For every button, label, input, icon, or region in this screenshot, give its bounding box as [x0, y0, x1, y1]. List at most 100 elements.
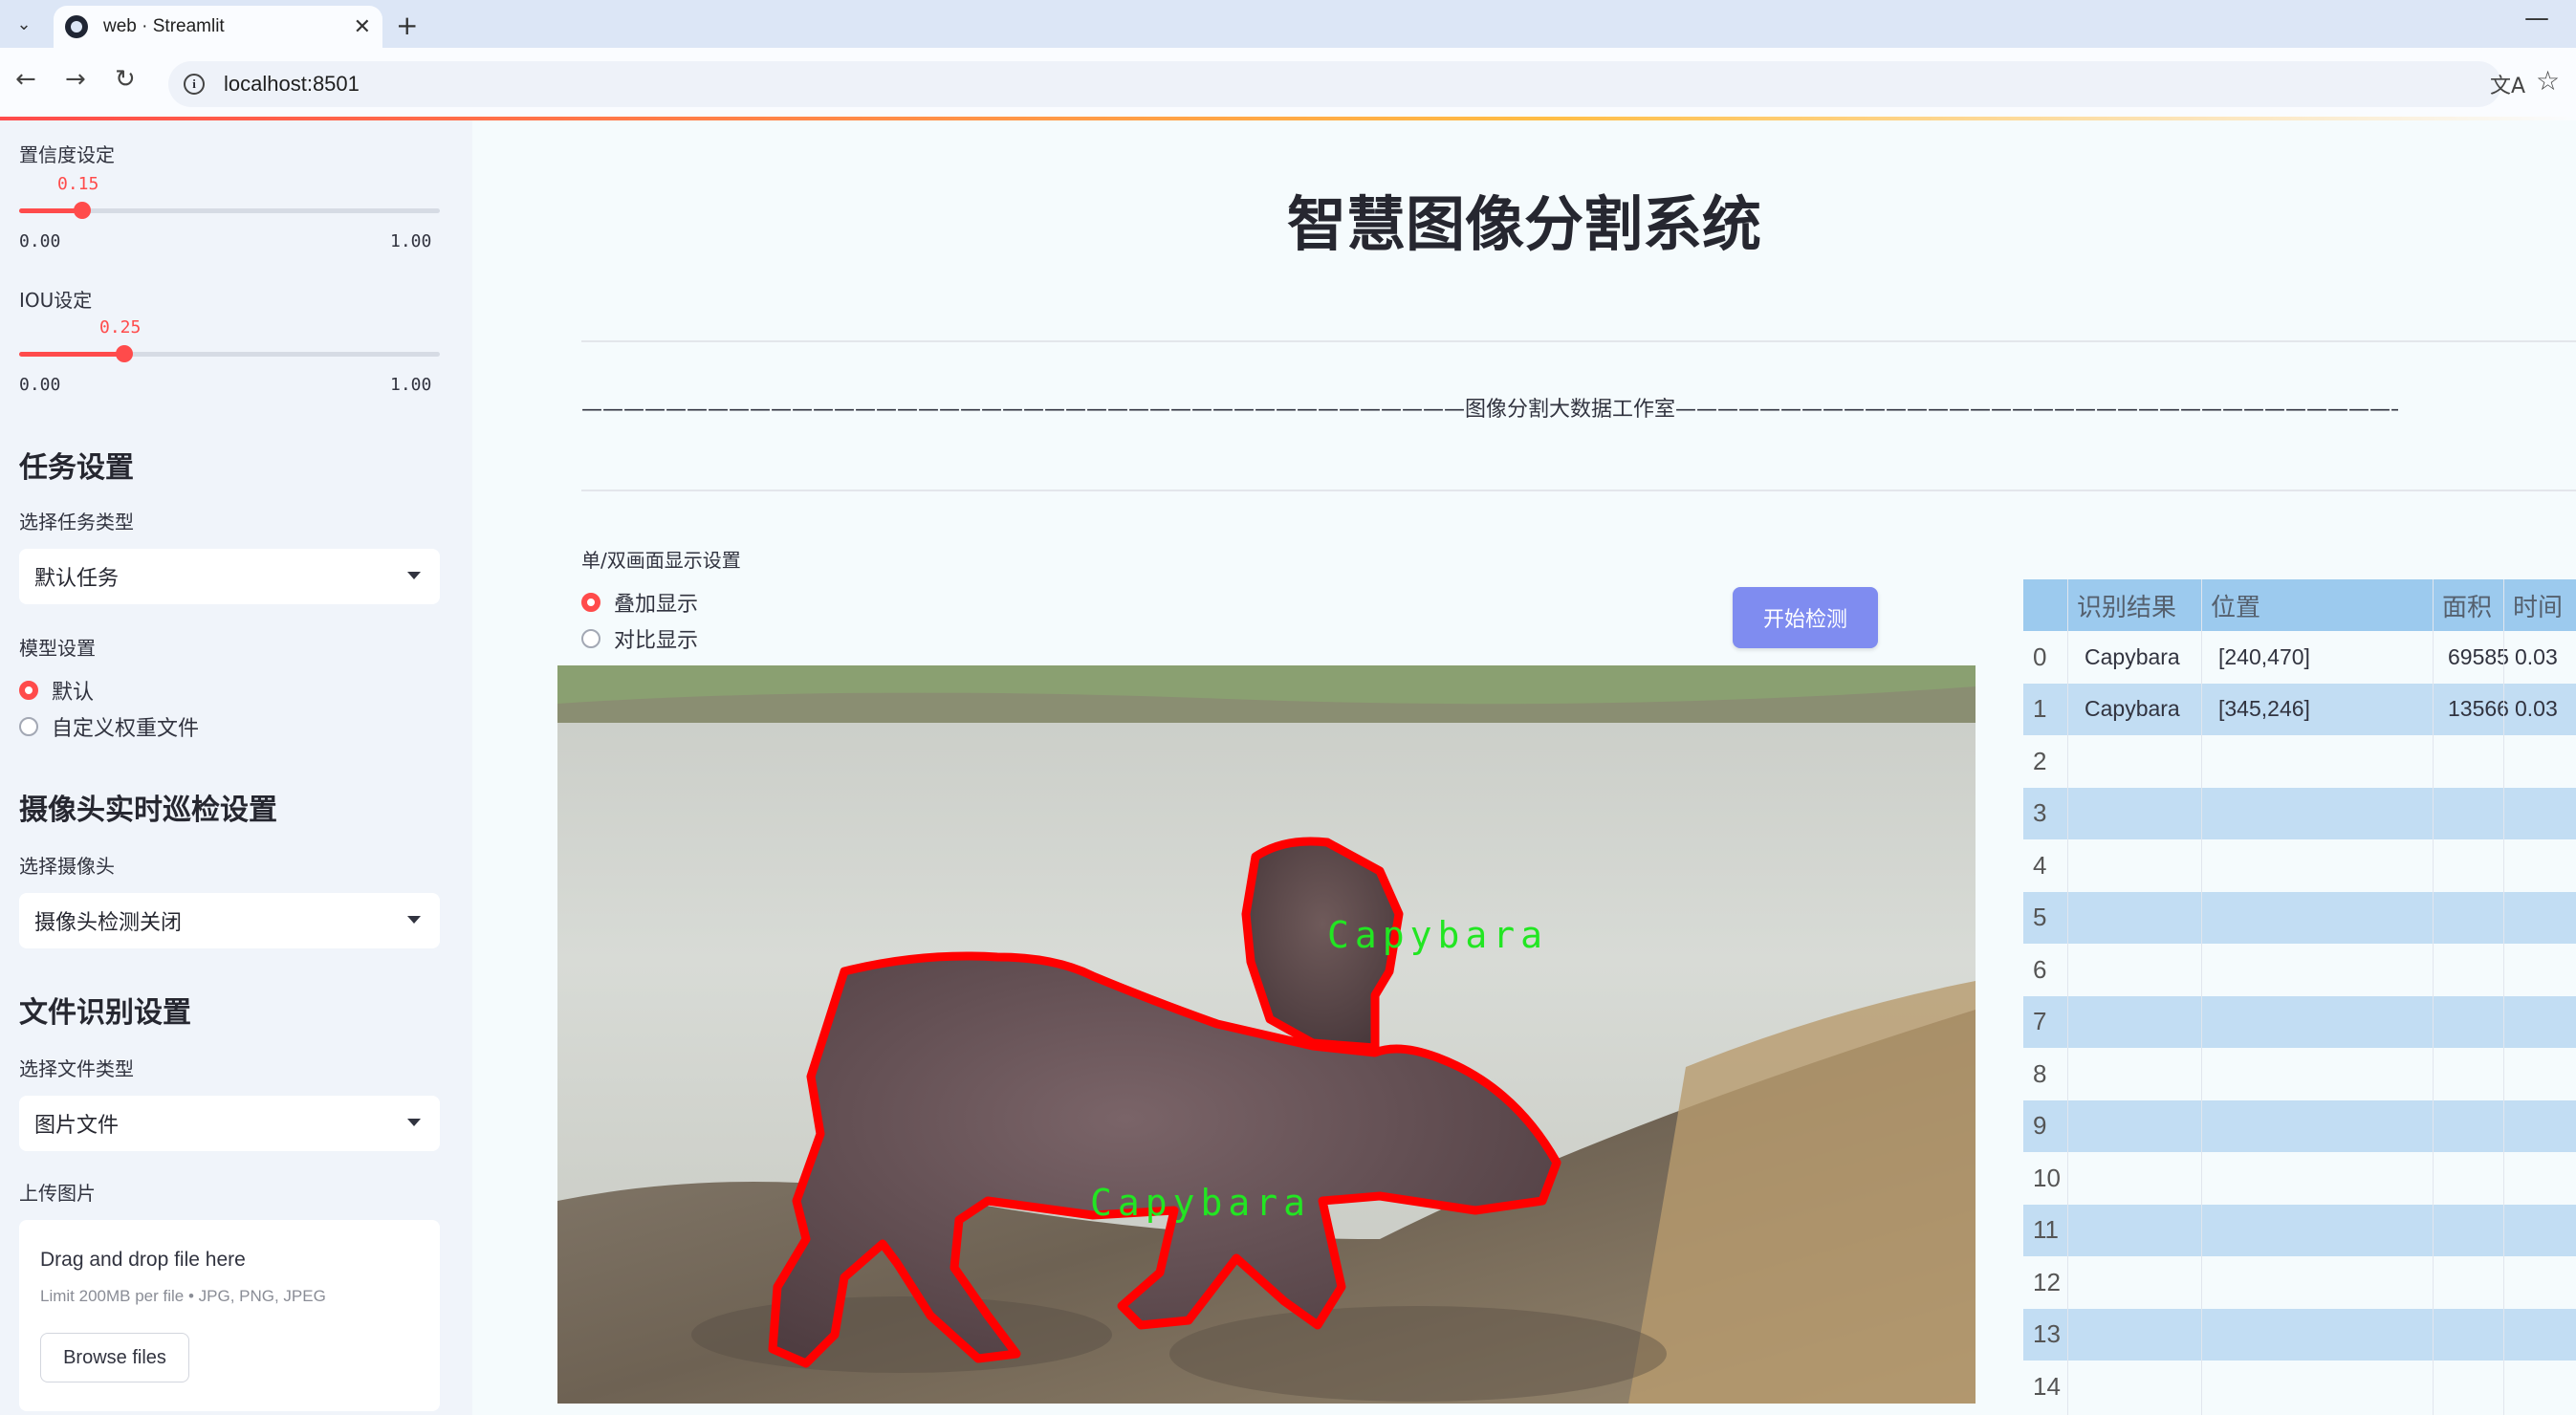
row-index: 2: [2033, 746, 2047, 775]
camera-value: 摄像头检测关闭: [34, 911, 183, 935]
table-row[interactable]: 13: [2023, 1308, 2576, 1361]
confidence-slider-thumb[interactable]: [74, 202, 91, 219]
new-tab-icon[interactable]: +: [396, 10, 418, 41]
task-type-value: 默认任务: [34, 567, 120, 591]
table-row[interactable]: 0 Capybara [240,470] 69585 0.03: [2023, 631, 2576, 683]
table-row[interactable]: 9: [2023, 1099, 2576, 1152]
task-type-select[interactable]: 默认任务: [19, 549, 440, 604]
row-index: 7: [2033, 1007, 2047, 1035]
confidence-max: 1.00: [390, 231, 432, 251]
model-option-label: 自定义权重文件: [52, 717, 200, 741]
confidence-slider[interactable]: [19, 202, 440, 219]
radio-checked-icon: [19, 681, 38, 700]
cell-time: 0.03: [2515, 643, 2558, 669]
camera-heading: 摄像头实时巡检设置: [19, 794, 277, 827]
row-index: 0: [2033, 642, 2047, 671]
file-heading: 文件识别设置: [19, 996, 191, 1030]
iou-slider-thumb[interactable]: [116, 345, 133, 362]
row-index: 6: [2033, 954, 2047, 984]
row-index: 1: [2033, 694, 2047, 723]
column-header-area: 面积: [2442, 592, 2493, 621]
cell-position: [345,246]: [2218, 696, 2310, 721]
row-index: 3: [2033, 798, 2047, 827]
results-table[interactable]: 识别结果 位置 面积 时间 0 Capybara [240,470] 69585 0.0…: [2023, 579, 2576, 1415]
iou-slider-fill: [19, 352, 124, 357]
cell-area: 69585: [2448, 643, 2509, 669]
back-icon[interactable]: ←: [15, 65, 36, 94]
tab-search-icon[interactable]: ⌄: [10, 10, 38, 38]
iou-slider[interactable]: [19, 345, 440, 362]
streamlit-favicon-icon: [65, 15, 88, 38]
chevron-down-icon: [407, 916, 421, 924]
row-index: 11: [2033, 1215, 2059, 1244]
uploader-drag-text: Drag and drop file here: [40, 1249, 246, 1271]
table-row[interactable]: 1 Capybara [345,246] 13566 0.03: [2023, 683, 2576, 735]
model-radio-custom[interactable]: 自定义权重文件: [19, 711, 199, 742]
column-header-result: 识别结果: [2077, 592, 2177, 621]
iou-value: 0.25: [99, 317, 142, 337]
divider: [581, 490, 2576, 491]
reload-icon[interactable]: ↻: [115, 65, 136, 94]
cell-time: 0.03: [2515, 696, 2558, 721]
column-header-position: 位置: [2211, 592, 2261, 621]
iou-label: IOU设定: [19, 289, 93, 312]
display-option-label: 叠加显示: [614, 593, 699, 617]
confidence-value: 0.15: [57, 174, 99, 194]
confidence-min: 0.00: [19, 231, 61, 251]
chevron-down-icon: [407, 1119, 421, 1126]
table-row[interactable]: 11: [2023, 1204, 2576, 1256]
minimize-icon[interactable]: —: [2524, 4, 2549, 33]
display-radio-overlay[interactable]: 叠加显示: [581, 587, 698, 618]
radio-checked-icon: [581, 593, 600, 612]
iou-max: 1.00: [390, 375, 432, 395]
bookmark-star-icon[interactable]: ☆: [2536, 65, 2560, 97]
tab-title: web · Streamlit: [103, 16, 225, 36]
camera-select[interactable]: 摄像头检测关闭: [19, 893, 440, 948]
radio-unchecked-icon: [581, 629, 600, 648]
display-mode-label: 单/双画面显示设置: [581, 549, 741, 572]
browser-tab[interactable]: web · Streamlit ✕: [54, 6, 382, 48]
table-row[interactable]: 12: [2023, 1256, 2576, 1308]
camera-label: 选择摄像头: [19, 855, 115, 878]
table-row[interactable]: 10: [2023, 1152, 2576, 1204]
site-info-icon[interactable]: i: [184, 74, 205, 95]
model-radio-default[interactable]: 默认: [19, 675, 94, 706]
cell-result: Capybara: [2085, 696, 2180, 721]
close-icon[interactable]: ✕: [354, 15, 371, 39]
table-row[interactable]: 6: [2023, 944, 2576, 995]
display-option-label: 对比显示: [614, 629, 699, 653]
row-index: 8: [2033, 1058, 2047, 1088]
page-title: 智慧图像分割系统: [1286, 189, 1761, 259]
task-heading: 任务设置: [19, 451, 134, 485]
url-field[interactable]: i localhost:8501: [168, 61, 2501, 107]
file-type-select[interactable]: 图片文件: [19, 1096, 440, 1151]
row-index: 13: [2033, 1319, 2061, 1348]
studio-divider-text: ————————————————————————————————————————…: [581, 398, 2398, 422]
detection-result-image: Capybara Capybara: [557, 665, 1976, 1404]
file-uploader[interactable]: Drag and drop file here Limit 200MB per …: [19, 1220, 440, 1411]
cell-area: 13566: [2448, 696, 2509, 721]
start-detection-button[interactable]: 开始检测: [1733, 587, 1878, 648]
table-row[interactable]: 7: [2023, 995, 2576, 1048]
column-header-time: 时间: [2513, 592, 2564, 621]
table-row[interactable]: 8: [2023, 1048, 2576, 1099]
column-divider: [2433, 579, 2434, 1415]
sidebar: 置信度设定 0.15 0.00 1.00 IOU设定 0.25 0.00 1.0…: [0, 120, 472, 1415]
table-row[interactable]: 2: [2023, 735, 2576, 787]
model-label: 模型设置: [19, 637, 96, 660]
table-row[interactable]: 3: [2023, 787, 2576, 839]
capybara-label-0: Capybara: [1090, 1182, 1311, 1224]
row-index: 12: [2033, 1267, 2061, 1296]
table-row[interactable]: 14: [2023, 1361, 2576, 1412]
model-option-label: 默认: [52, 681, 95, 705]
forward-icon[interactable]: →: [65, 65, 86, 94]
browse-files-button[interactable]: Browse files: [40, 1333, 189, 1382]
main-content: 智慧图像分割系统 ———————————————————————————————…: [472, 120, 2576, 1415]
column-divider: [2067, 579, 2068, 1415]
table-row[interactable]: 4: [2023, 839, 2576, 891]
translate-icon[interactable]: 文A: [2490, 69, 2525, 99]
iou-min: 0.00: [19, 375, 61, 395]
browser-tab-bar: ⌄ web · Streamlit ✕ + —: [0, 0, 2576, 48]
display-radio-compare[interactable]: 对比显示: [581, 623, 698, 654]
table-row[interactable]: 5: [2023, 891, 2576, 944]
